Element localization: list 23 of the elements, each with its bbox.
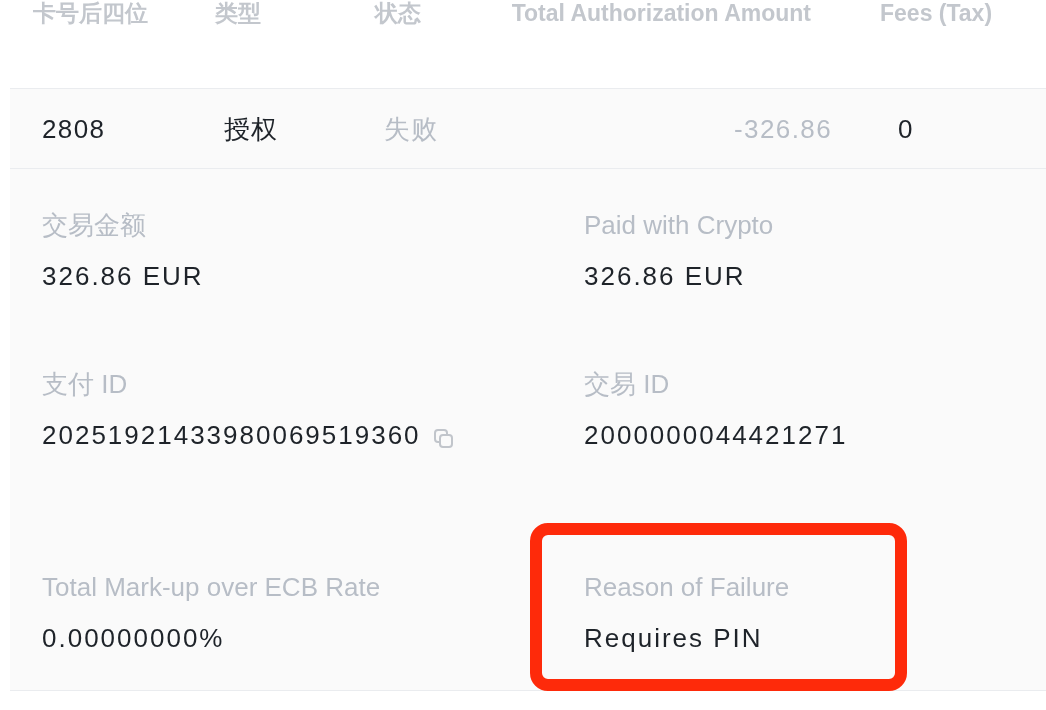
table-cell-text: 2808 [42,112,106,146]
field-label: Paid with Crypto [584,209,774,242]
field-value: 20251921433980069519360 [42,419,421,452]
field-label: Total Mark-up over ECB Rate [42,571,381,604]
table-cell-text: 0 [897,112,914,146]
column-header: Fees (Tax) [879,0,993,26]
field-label: 交易 ID [584,368,670,401]
field-label: 支付 ID [42,368,128,401]
field-label: Reason of Failure [584,571,790,604]
column-header: 状态 [375,0,421,26]
column-header: Total Authorization Amount [511,0,812,26]
column-header: 卡号后四位 [33,0,148,26]
field-value: 326.86 EUR [42,260,204,293]
table-cell-text: 失败 [384,112,439,146]
column-header: 类型 [215,0,261,26]
table-cell-text: 授权 [224,112,279,146]
field-value: 326.86 EUR [584,260,746,293]
field-label: 交易金额 [42,209,146,242]
copy-icon[interactable] [433,428,453,448]
table-cell-text: -326.86 [734,112,832,146]
field-value: 0.00000000% [42,622,225,655]
field-value: Requires PIN [584,622,763,655]
field-value: 2000000044421271 [584,419,848,452]
